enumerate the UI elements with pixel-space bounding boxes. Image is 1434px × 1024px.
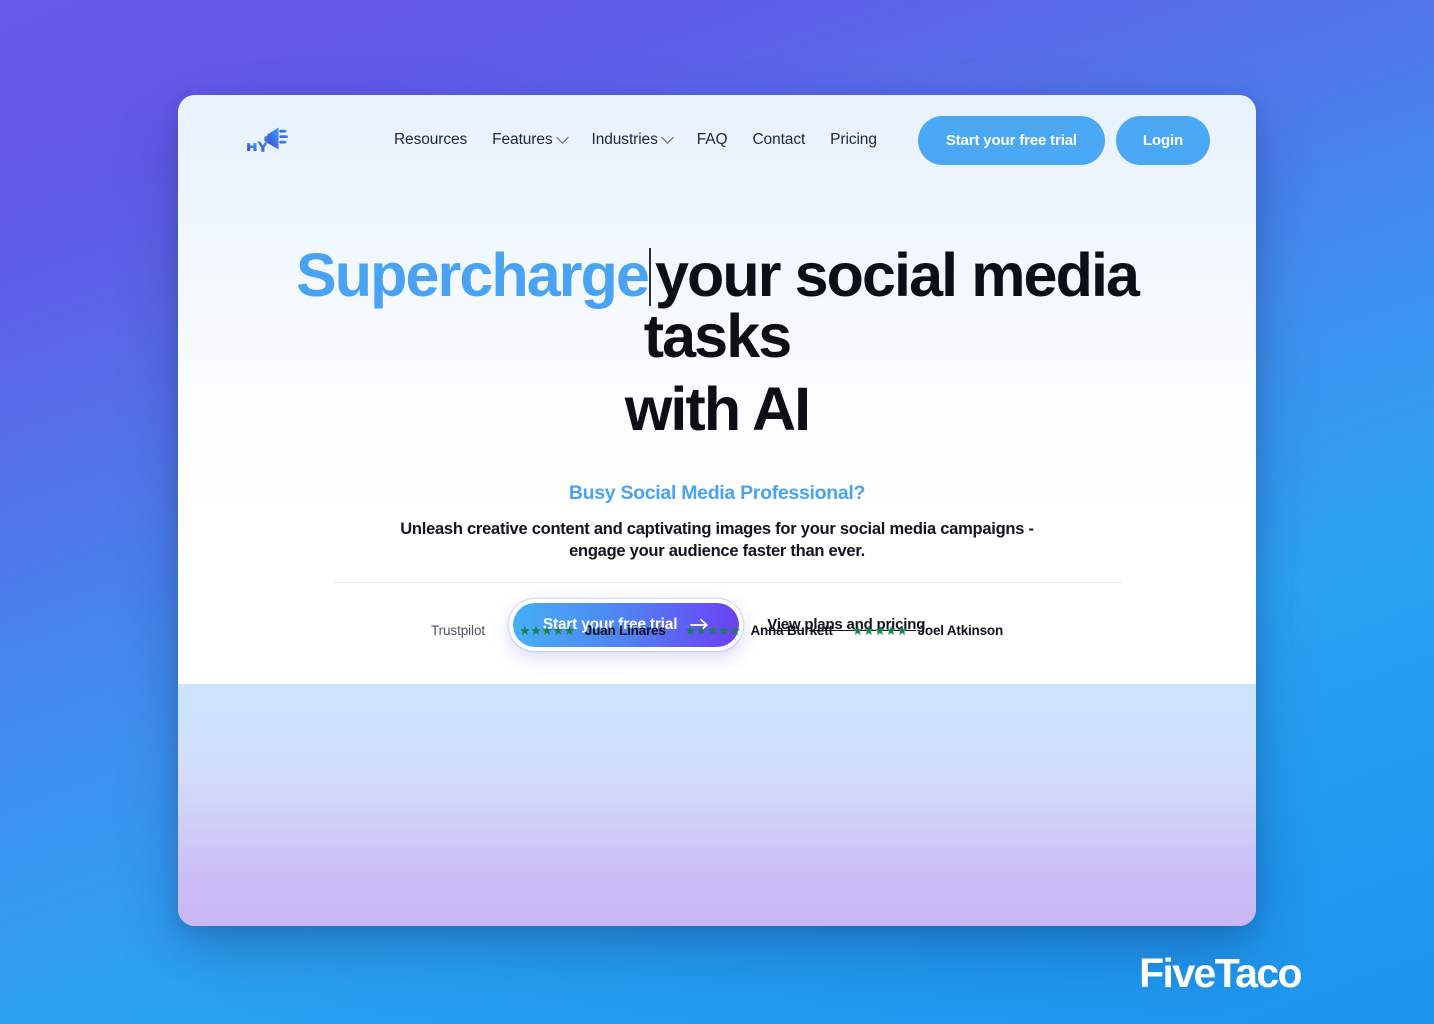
lower-gradient-section: [178, 684, 1256, 926]
social-proof-row: Trustpilot ★★★★★ Juan Linares ★★★★★ Anna…: [178, 623, 1256, 638]
nav-item-faq[interactable]: FAQ: [697, 131, 728, 149]
star-rating-icon: ★★★★★: [519, 623, 575, 638]
chevron-down-icon: [555, 130, 569, 144]
hero-eyebrow: Busy Social Media Professional?: [568, 482, 866, 504]
hero-subcopy-line-2: engage your audience faster than ever.: [569, 541, 865, 560]
chevron-down-icon: [660, 130, 674, 144]
hero-content: Supercharge your social media tasks with …: [178, 245, 1256, 651]
reviewer-name: Joel Atkinson: [917, 623, 1004, 638]
nav-item-pricing[interactable]: Pricing: [830, 131, 877, 149]
review-item[interactable]: ★★★★★ Juan Linares: [519, 623, 666, 638]
header-start-free-trial-button[interactable]: Start your free trial: [917, 115, 1105, 165]
hero-subcopy: Unleash creative content and captivating…: [238, 519, 1196, 563]
nav-item-label: Contact: [752, 131, 806, 148]
nav-item-label: Pricing: [830, 131, 877, 148]
reviewer-name: Anna Burkett: [750, 623, 833, 638]
browser-page-card: Resources Features Industries FAQ Contac…: [178, 95, 1256, 926]
trustpilot-label: Trustpilot: [430, 623, 485, 638]
primary-navigation: Resources Features Industries FAQ Contac…: [394, 115, 1210, 165]
section-divider: [333, 582, 1121, 583]
headline-rest: your social media tasks: [643, 241, 1140, 370]
reviewer-name: Juan Linares: [584, 623, 666, 638]
typing-caret-icon: [649, 248, 651, 306]
nav-item-label: Industries: [591, 131, 658, 148]
nav-item-label: FAQ: [696, 131, 728, 148]
nav-item-features[interactable]: Features: [492, 130, 569, 149]
review-item[interactable]: ★★★★★ Joel Atkinson: [852, 623, 1003, 638]
nav-item-industries[interactable]: Industries: [591, 130, 674, 149]
star-rating-icon: ★★★★★: [851, 623, 908, 638]
review-item[interactable]: ★★★★★ Anna Burkett: [685, 623, 833, 638]
headline-accent-word: Supercharge: [295, 241, 650, 309]
nav-item-resources[interactable]: Resources: [394, 131, 467, 149]
nav-item-label: Resources: [393, 131, 468, 148]
star-rating-icon: ★★★★★: [684, 623, 741, 638]
fivetaco-watermark: FiveTaco: [1139, 950, 1302, 996]
nav-item-contact[interactable]: Contact: [752, 131, 805, 149]
hype-megaphone-logo-icon[interactable]: [244, 122, 288, 158]
header-actions: Start your free trial Login: [917, 115, 1210, 165]
headline-second-line: with AI: [624, 375, 811, 443]
site-header: Resources Features Industries FAQ Contac…: [178, 95, 1256, 185]
page-title: Supercharge your social media tasks with …: [238, 245, 1196, 440]
hero-subcopy-line-1: Unleash creative content and captivating…: [400, 520, 1034, 538]
header-login-button[interactable]: Login: [1115, 115, 1210, 165]
nav-item-label: Features: [492, 131, 553, 148]
